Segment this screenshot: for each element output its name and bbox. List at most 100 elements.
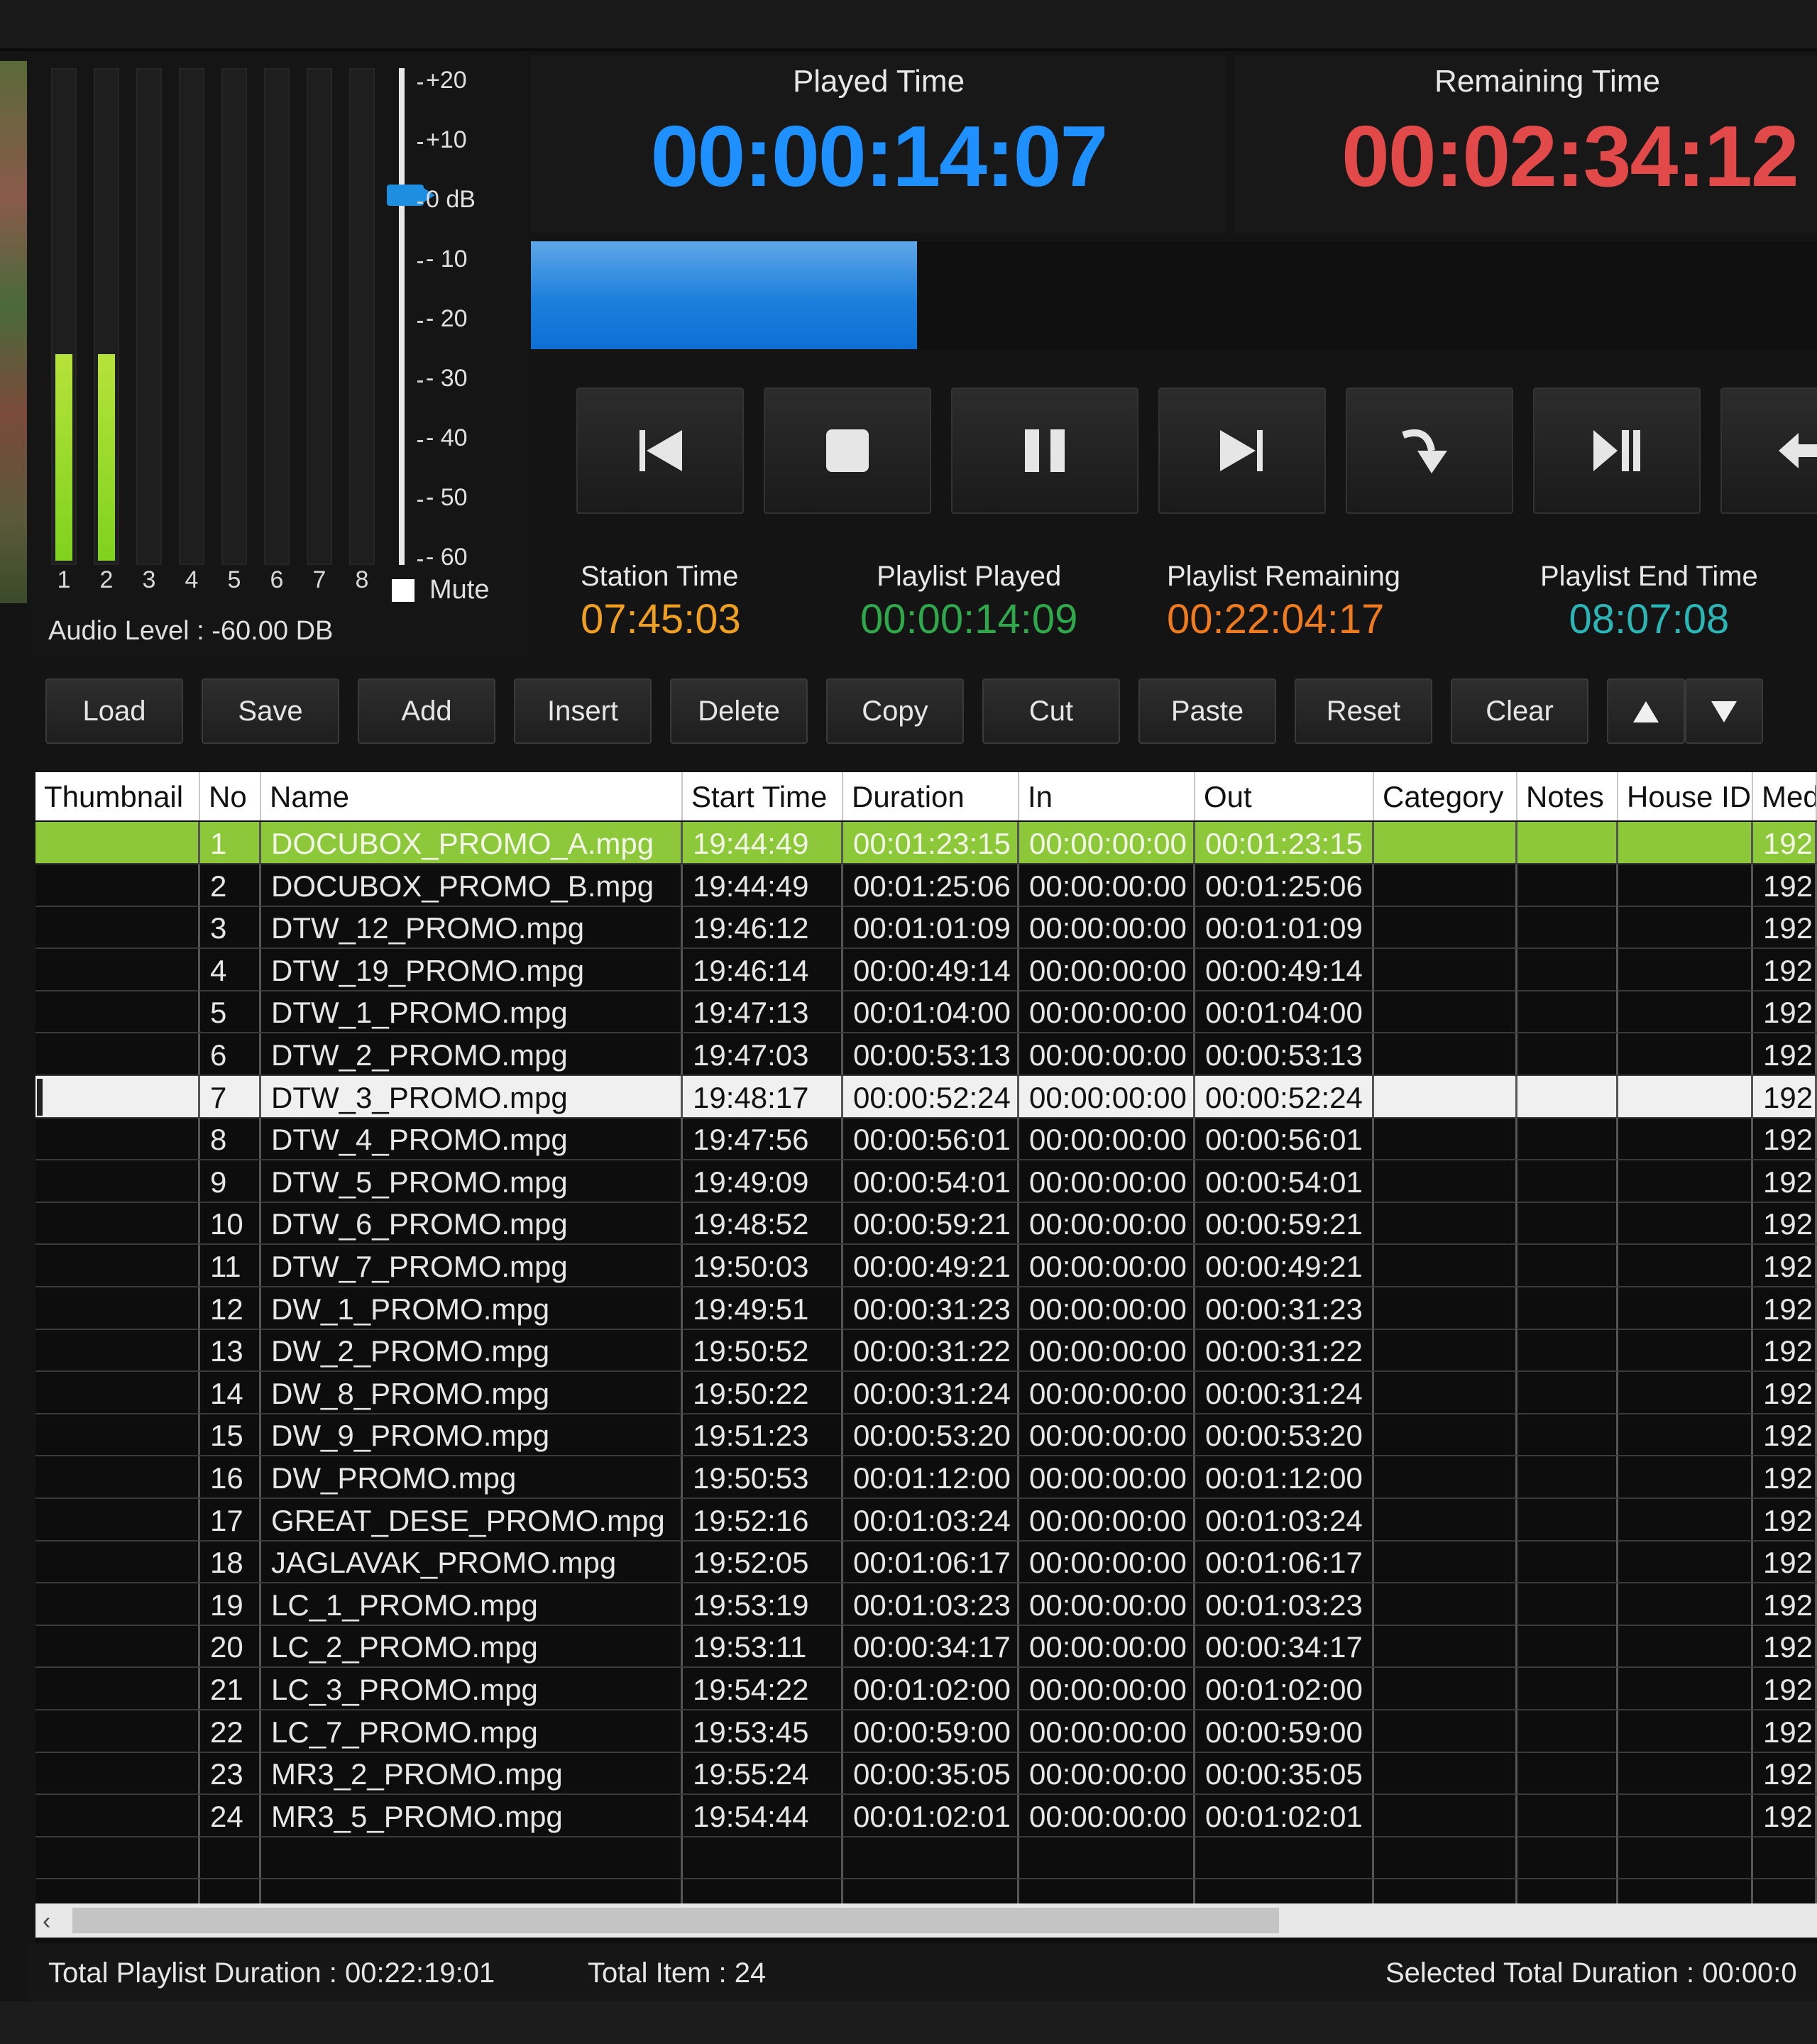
table-row[interactable]: 15 DW_9_PROMO.mpg 19:51:23 00:00:53:20 00:00… — [35, 1414, 1817, 1457]
back-button[interactable] — [1720, 388, 1817, 514]
table-cell — [1618, 1033, 1753, 1075]
table-cell: 19:52:16 — [683, 1498, 843, 1540]
column-header[interactable]: Category — [1374, 772, 1517, 820]
table-row[interactable]: 21 LC_3_PROMO.mpg 19:54:22 00:01:02:00 00:00… — [35, 1668, 1817, 1710]
pause-icon — [1025, 429, 1065, 472]
table-row[interactable]: 20 LC_2_PROMO.mpg 19:53:11 00:00:34:17 00:00… — [35, 1625, 1817, 1669]
table-cell — [35, 1075, 200, 1117]
table-cell: 00:00:00:00 — [1019, 1794, 1195, 1836]
table-row[interactable]: 1 DOCUBOX_PROMO_A.mpg 19:44:49 00:01:23:15 0… — [35, 822, 1817, 864]
table-row[interactable]: 9 DTW_5_PROMO.mpg 19:49:09 00:00:54:01 00:00… — [35, 1160, 1817, 1203]
table-cell: 00:00:00:00 — [1019, 1160, 1195, 1202]
db-scale-tick — [417, 261, 423, 263]
table-row[interactable]: 8 DTW_4_PROMO.mpg 19:47:56 00:00:56:01 00:00… — [35, 1118, 1817, 1161]
column-header[interactable]: Med — [1753, 772, 1817, 820]
table-row[interactable]: 6 DTW_2_PROMO.mpg 19:47:03 00:00:53:13 00:00… — [35, 1033, 1817, 1076]
column-header[interactable]: No — [200, 772, 261, 820]
table-cell — [1517, 864, 1618, 906]
table-cell — [1517, 948, 1618, 990]
reset-button[interactable]: Reset — [1295, 678, 1432, 744]
table-row[interactable]: 23 MR3_2_PROMO.mpg 19:55:24 00:00:35:05 00:0… — [35, 1752, 1817, 1796]
table-row[interactable]: 17 GREAT_DESE_PROMO.mpg 19:52:16 00:01:03:2… — [35, 1498, 1817, 1542]
mute-checkbox[interactable] — [392, 579, 415, 602]
table-cell: 3 — [200, 906, 261, 948]
table-row[interactable]: 16 DW_PROMO.mpg 19:50:53 00:01:12:00 00:00:0… — [35, 1456, 1817, 1499]
table-cell: 00:00:00:00 — [1019, 1668, 1195, 1709]
volume-fader-track[interactable] — [399, 68, 405, 565]
scroll-left-icon[interactable]: ‹ — [43, 1908, 50, 1935]
table-row[interactable]: 4 DTW_19_PROMO.mpg 19:46:14 00:00:49:14 00:0… — [35, 948, 1817, 991]
cut-button[interactable]: Cut — [982, 678, 1120, 744]
table-cell: 00:00:00:00 — [1019, 1075, 1195, 1117]
table-row[interactable]: 24 MR3_5_PROMO.mpg 19:54:44 00:01:02:01 00:0… — [35, 1794, 1817, 1837]
column-header[interactable]: House ID — [1618, 772, 1753, 820]
scrollbar-thumb[interactable] — [72, 1908, 1279, 1933]
table-cell — [35, 1414, 200, 1456]
table-cell: 00:00:35:05 — [843, 1752, 1019, 1794]
table-cell — [1618, 822, 1753, 863]
table-cell — [1618, 1160, 1753, 1202]
table-cell: 00:00:00:00 — [1019, 1583, 1195, 1625]
skip-button[interactable] — [1346, 388, 1513, 514]
delete-button[interactable]: Delete — [670, 678, 808, 744]
table-cell: 00:01:23:15 — [1195, 822, 1374, 863]
column-header[interactable]: In — [1019, 772, 1195, 820]
column-header[interactable]: Notes — [1517, 772, 1618, 820]
save-button[interactable]: Save — [202, 678, 339, 744]
column-header[interactable]: Out — [1195, 772, 1374, 820]
db-scale-label: +20 — [426, 67, 467, 94]
table-row[interactable]: 12 DW_1_PROMO.mpg 19:49:51 00:00:31:23 00:00… — [35, 1287, 1817, 1330]
table-cell: DTW_19_PROMO.mpg — [261, 948, 683, 990]
load-button[interactable]: Load — [45, 678, 183, 744]
table-row[interactable]: 22 LC_7_PROMO.mpg 19:53:45 00:00:59:00 00:00… — [35, 1710, 1817, 1753]
column-header[interactable]: Thumbnail — [35, 772, 200, 820]
total-playlist-duration: Total Playlist Duration : 00:22:19:01 — [48, 1957, 495, 1989]
stop-button[interactable] — [764, 388, 931, 514]
table-row[interactable]: 13 DW_2_PROMO.mpg 19:50:52 00:00:31:22 00:00… — [35, 1329, 1817, 1373]
table-row[interactable]: 3 DTW_12_PROMO.mpg 19:46:12 00:01:01:09 00:0… — [35, 906, 1817, 950]
playback-progress-bar[interactable] — [531, 241, 1817, 349]
table-cell: 00:00:59:21 — [1195, 1202, 1374, 1244]
table-cell — [1374, 1456, 1517, 1498]
table-cell: DTW_7_PROMO.mpg — [261, 1245, 683, 1286]
table-row[interactable]: 7 DTW_3_PROMO.mpg 19:48:17 00:00:52:24 00:00… — [35, 1075, 1817, 1119]
remaining-time-value: 00:02:34:12 — [1341, 108, 1799, 204]
table-row[interactable]: 5 DTW_1_PROMO.mpg 19:47:13 00:01:04:00 00:00… — [35, 991, 1817, 1034]
column-header[interactable]: Start Time — [683, 772, 843, 820]
play-pause-button[interactable] — [1533, 388, 1701, 514]
clear-button[interactable]: Clear — [1451, 678, 1588, 744]
table-cell — [1618, 1202, 1753, 1244]
table-cell: DTW_6_PROMO.mpg — [261, 1202, 683, 1244]
table-row[interactable]: 11 DTW_7_PROMO.mpg 19:50:03 00:00:49:21 00:0… — [35, 1245, 1817, 1287]
table-row[interactable]: 18 JAGLAVAK_PROMO.mpg 19:52:05 00:01:06:17 0… — [35, 1541, 1817, 1584]
table-row[interactable]: 10 DTW_6_PROMO.mpg 19:48:52 00:00:59:21 00:0… — [35, 1202, 1817, 1246]
table-row[interactable]: 19 LC_1_PROMO.mpg 19:53:19 00:01:03:23 00:00… — [35, 1583, 1817, 1626]
pause-button[interactable] — [951, 388, 1138, 514]
add-button[interactable]: Add — [358, 678, 495, 744]
table-cell: 00:00:00:00 — [1019, 1329, 1195, 1371]
table-cell — [1374, 1752, 1517, 1794]
table-row[interactable]: 14 DW_8_PROMO.mpg 19:50:22 00:00:31:24 00:00… — [35, 1371, 1817, 1414]
table-cell: 12 — [200, 1287, 261, 1329]
db-scale-label: - 20 — [426, 305, 468, 332]
previous-button[interactable] — [576, 388, 744, 514]
paste-button[interactable]: Paste — [1138, 678, 1276, 744]
db-scale-label: - 40 — [426, 424, 468, 451]
move-down-button[interactable] — [1685, 678, 1763, 744]
column-header[interactable]: Duration — [843, 772, 1019, 820]
move-up-button[interactable] — [1607, 678, 1685, 744]
table-row[interactable]: 2 DOCUBOX_PROMO_B.mpg 19:44:49 00:01:25:06 0… — [35, 864, 1817, 907]
db-scale-tick — [417, 321, 423, 323]
table-cell: 00:01:03:23 — [843, 1583, 1019, 1625]
column-header[interactable]: Name — [261, 772, 683, 820]
next-button[interactable] — [1158, 388, 1326, 514]
table-cell: 00:00:00:00 — [1019, 1033, 1195, 1075]
horizontal-scrollbar[interactable]: ‹ — [35, 1903, 1817, 1938]
table-row[interactable] — [35, 1837, 1817, 1880]
insert-button[interactable]: Insert — [514, 678, 652, 744]
audio-meter-number: 7 — [312, 566, 326, 593]
copy-button[interactable]: Copy — [826, 678, 964, 744]
table-cell: 00:00:31:23 — [843, 1287, 1019, 1329]
table-cell: 20 — [200, 1625, 261, 1667]
table-cell: 00:00:00:00 — [1019, 1541, 1195, 1583]
